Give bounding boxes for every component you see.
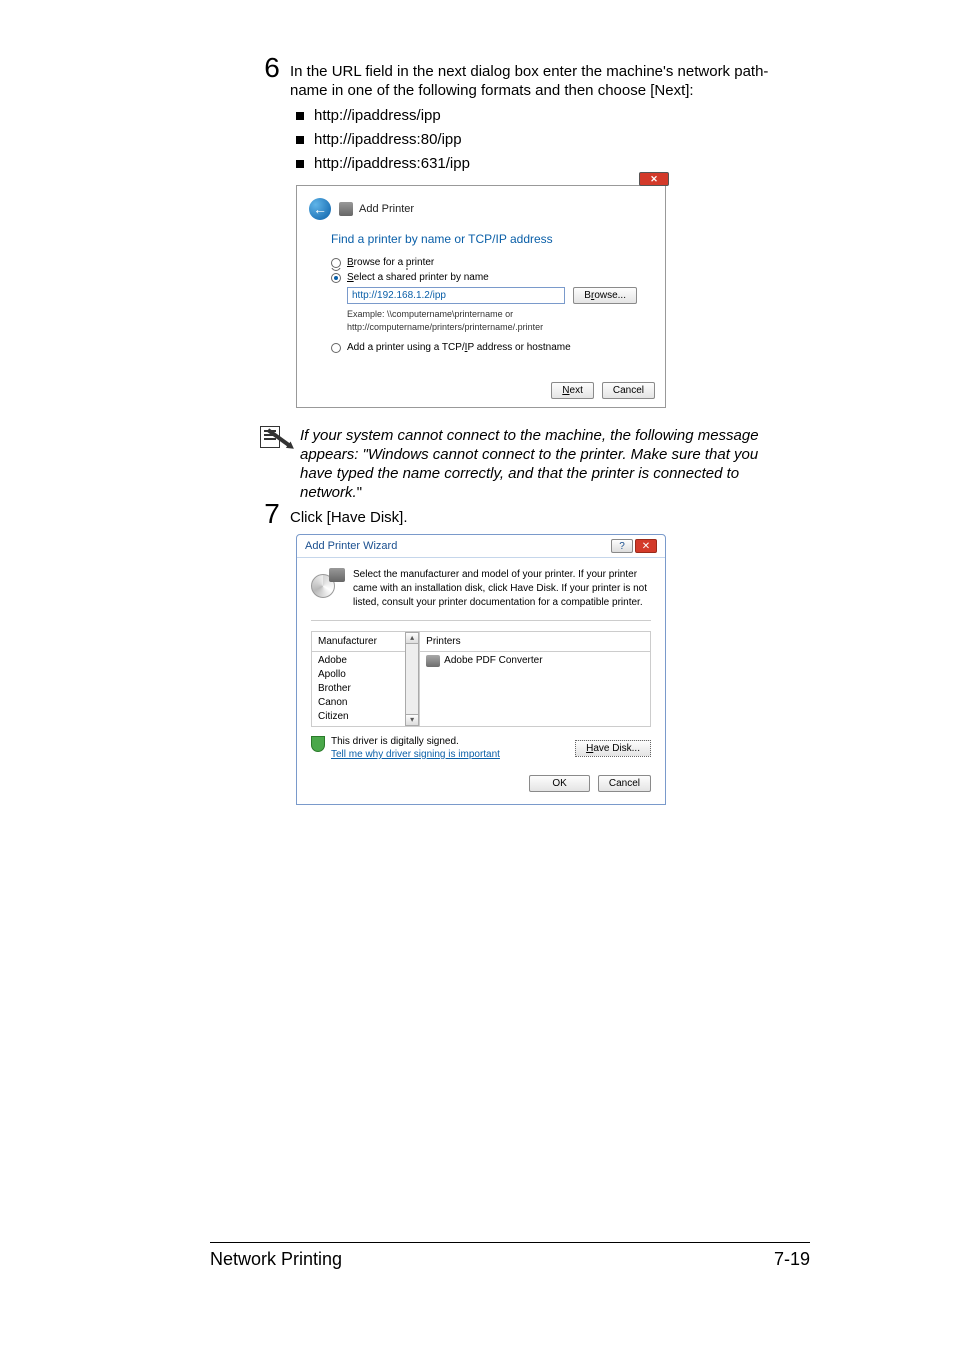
footer-page-number: 7-19: [774, 1249, 810, 1270]
bullet-text: http://ipaddress:631/ipp: [314, 154, 470, 173]
radio-icon: [331, 258, 341, 268]
list-item[interactable]: Canon: [318, 696, 399, 710]
radio-browse-for-printer[interactable]: Browse for a printer: [331, 257, 637, 268]
manufacturer-scrollbar[interactable]: ▴ ▾: [405, 632, 419, 726]
step-7-number: 7: [260, 500, 284, 528]
add-printer-dialog: ✕ ← Add Printer Find a printer by name o…: [296, 185, 666, 408]
printer-icon: [339, 202, 353, 216]
radio-icon: [331, 343, 341, 353]
help-button[interactable]: ?: [611, 539, 633, 553]
manufacturer-list[interactable]: Adobe Apollo Brother Canon Citizen: [312, 652, 405, 726]
cancel-button[interactable]: Cancel: [602, 382, 655, 399]
example-text: Example: \\computername\printername or h…: [347, 308, 637, 334]
manufacturer-header[interactable]: Manufacturer: [312, 632, 405, 652]
scroll-down-icon[interactable]: ▾: [405, 714, 419, 726]
note-text: If your system cannot connect to the mac…: [300, 426, 759, 502]
radio-select-shared[interactable]: Select a shared printer by name: [331, 272, 637, 283]
close-button[interactable]: ✕: [639, 172, 669, 186]
list-item[interactable]: Adobe: [318, 654, 399, 668]
bullet-icon: [296, 112, 304, 120]
step-7-text: Click [Have Disk].: [290, 506, 408, 527]
dialog2-title: Add Printer Wizard: [305, 540, 397, 552]
browse-button[interactable]: Browse...: [573, 287, 637, 304]
radio-tcpip[interactable]: Add a printer using a TCP/IP address or …: [331, 342, 637, 353]
footer-section-title: Network Printing: [210, 1249, 342, 1270]
add-printer-wizard-dialog: Add Printer Wizard ? ✕ Select the manufa…: [296, 534, 666, 805]
ok-button[interactable]: OK: [529, 775, 589, 792]
bullet-text: http://ipaddress:80/ipp: [314, 130, 462, 149]
dialog-heading: Find a printer by name or TCP/IP address: [331, 232, 637, 246]
printers-header[interactable]: Printers: [420, 632, 650, 652]
list-item[interactable]: Apollo: [318, 668, 399, 682]
dialog2-intro-text: Select the manufacturer and model of you…: [353, 568, 651, 610]
step-6-bullets: http://ipaddress/ipp http://ipaddress:80…: [296, 106, 820, 173]
bullet-text: http://ipaddress/ipp: [314, 106, 441, 125]
close-button[interactable]: ✕: [635, 539, 657, 553]
driver-signing-link[interactable]: Tell me why driver signing is important: [331, 748, 500, 761]
bullet-icon: [296, 136, 304, 144]
disk-printer-icon: [311, 568, 345, 598]
note-icon: [260, 426, 294, 450]
dialog-title: Add Printer: [359, 203, 414, 215]
list-item[interactable]: Brother: [318, 682, 399, 696]
back-button[interactable]: ←: [309, 198, 331, 220]
shield-icon: [311, 736, 325, 752]
printers-list[interactable]: Adobe PDF Converter: [420, 652, 650, 726]
footer-divider: [210, 1242, 810, 1243]
scroll-up-icon[interactable]: ▴: [405, 632, 419, 644]
signed-text: This driver is digitally signed.: [331, 735, 500, 748]
list-item[interactable]: Citizen: [318, 710, 399, 724]
next-button[interactable]: Next: [551, 382, 594, 399]
bullet-icon: [296, 160, 304, 168]
printer-url-input[interactable]: http://192.168.1.2/ipp: [347, 287, 565, 304]
radio-icon-selected: [331, 273, 341, 283]
step-6-number: 6: [260, 54, 284, 82]
printer-icon: [426, 655, 440, 667]
have-disk-button[interactable]: Have Disk...: [575, 740, 651, 757]
cancel-button[interactable]: Cancel: [598, 775, 651, 792]
list-item[interactable]: Adobe PDF Converter: [426, 654, 644, 668]
step-6-text: In the URL field in the next dialog box …: [290, 60, 768, 100]
